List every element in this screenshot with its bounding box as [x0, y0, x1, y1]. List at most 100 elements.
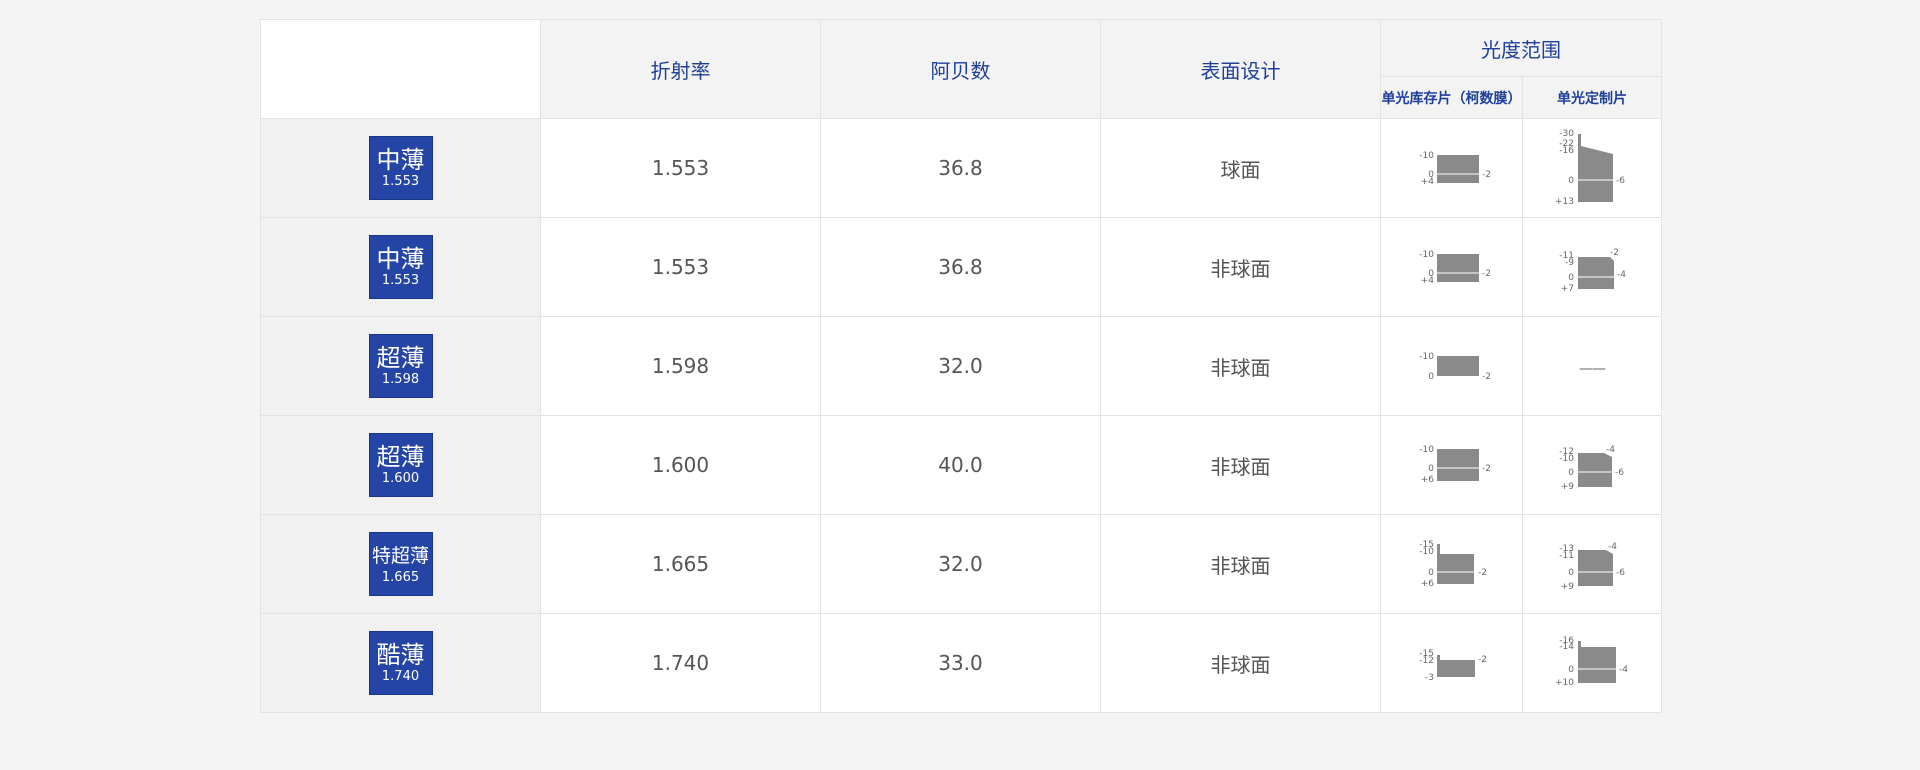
lens-type-name: 中薄 — [376, 146, 425, 174]
range-label: 0 — [1568, 568, 1574, 578]
range-label: +9 — [1561, 582, 1575, 592]
stock-range-diagram: -10 0 +4 -2 — [1419, 151, 1491, 187]
range-label: -10 — [1419, 445, 1434, 455]
stock-range-cell: -10 0 -2 — [1380, 316, 1523, 416]
custom-range-diagram: -13 -11 0 +9 -4 -6 — [1559, 542, 1625, 592]
lens-type-index: 1.740 — [381, 669, 420, 684]
lens-type-cell: 酷薄 1.740 — [260, 613, 541, 713]
lens-type-cell: 超薄 1.600 — [260, 415, 541, 515]
surface-design-cell: 非球面 — [1100, 217, 1381, 317]
stock-range-cell: -10 0 +4 -2 — [1380, 118, 1523, 218]
range-label: +10 — [1555, 678, 1574, 688]
header-stock-lens: 单光库存片（柯数膜） — [1380, 76, 1523, 119]
range-label: 0 — [1568, 176, 1574, 186]
lens-type-badge: 超薄 1.598 — [368, 334, 433, 398]
lens-type-cell: 特超薄 1.665 — [260, 514, 541, 614]
range-label: -11 — [1559, 551, 1574, 561]
range-label: -2 — [1478, 655, 1487, 665]
lens-type-name: 中薄 — [376, 245, 425, 273]
abbe-number-cell: 32.0 — [820, 316, 1101, 416]
stock-range-cell: -15 -10 0 +6 -2 — [1380, 514, 1523, 614]
range-label: -10 — [1559, 454, 1574, 464]
range-label: -4 — [1606, 445, 1615, 455]
refractive-index-cell: 1.665 — [540, 514, 821, 614]
refractive-index-cell: 1.740 — [540, 613, 821, 713]
surface-design-cell: 非球面 — [1100, 415, 1381, 515]
range-label: -10 — [1419, 547, 1434, 557]
stock-range-diagram: -10 0 -2 — [1419, 352, 1491, 382]
custom-range-diagram: -12 -10 0 +9 -4 -6 — [1559, 445, 1624, 492]
lens-type-cell: 中薄 1.553 — [260, 118, 541, 218]
range-label: -4 — [1608, 542, 1617, 552]
stock-range-diagram: -10 0 +4 -2 — [1419, 250, 1491, 286]
table-row: 特超薄 1.665 1.665 32.0 非球面 -15 -10 0 +6 -2 — [260, 514, 1662, 614]
abbe-number-cell: 36.8 — [820, 217, 1101, 317]
header-surface-design: 表面设计 — [1100, 19, 1381, 119]
no-range-indicator: —— — [1579, 361, 1606, 377]
range-label: -4 — [1619, 665, 1628, 675]
stock-range-diagram: -15 -10 0 +6 -2 — [1419, 540, 1487, 589]
custom-range-diagram: -16 -14 0 +10 -4 — [1555, 636, 1628, 688]
surface-design-cell: 非球面 — [1100, 316, 1381, 416]
table-row: 中薄 1.553 1.553 36.8 球面 -10 0 +4 -2 -30 -… — [260, 118, 1662, 218]
range-label: -14 — [1559, 642, 1574, 652]
lens-spec-table-container: 折射率 阿贝数 表面设计 光度范围 单光库存片（柯数膜） 单光定制片 中薄 1.… — [260, 19, 1662, 713]
range-label: -12 — [1419, 656, 1434, 666]
lens-type-index: 1.553 — [381, 273, 420, 288]
lens-spec-table: 折射率 阿贝数 表面设计 光度范围 单光库存片（柯数膜） 单光定制片 中薄 1.… — [260, 19, 1662, 713]
stock-range-cell: -10 0 +6 -2 — [1380, 415, 1523, 515]
custom-range-cell: —— — [1522, 316, 1662, 416]
header-custom-lens: 单光定制片 — [1522, 76, 1662, 119]
range-label: -2 — [1478, 568, 1487, 578]
abbe-number-cell: 36.8 — [820, 118, 1101, 218]
stock-range-cell: -10 0 +4 -2 — [1380, 217, 1523, 317]
range-label: +13 — [1555, 197, 1574, 207]
range-label: -2 — [1482, 372, 1491, 382]
custom-range-cell: -12 -10 0 +9 -4 -6 — [1522, 415, 1662, 515]
range-label: 0 — [1428, 464, 1434, 474]
custom-range-cell: -16 -14 0 +10 -4 — [1522, 613, 1662, 713]
header-abbe-number: 阿贝数 — [820, 19, 1101, 119]
range-label: -10 — [1419, 352, 1434, 362]
range-label: -2 — [1482, 464, 1491, 474]
stock-range-diagram: -15 -12 -3 -2 — [1419, 649, 1487, 683]
custom-range-cell: -11 -9 0 +7 -2 -4 — [1522, 217, 1662, 317]
range-label: 0 — [1568, 468, 1574, 478]
lens-type-name: 酷薄 — [376, 641, 425, 669]
range-label: -3 — [1425, 673, 1434, 683]
range-label: -6 — [1616, 176, 1625, 186]
range-label: +7 — [1561, 284, 1574, 294]
custom-range-diagram: -11 -9 0 +7 -2 -4 — [1559, 248, 1626, 294]
range-label: +4 — [1420, 276, 1434, 286]
refractive-index-cell: 1.553 — [540, 118, 821, 218]
range-label: -9 — [1565, 258, 1574, 268]
custom-range-cell: -30 -22 -16 0 +13 -6 — [1522, 118, 1662, 218]
lens-type-index: 1.665 — [381, 570, 420, 585]
lens-type-badge: 超薄 1.600 — [368, 433, 433, 497]
table-row: 超薄 1.600 1.600 40.0 非球面 -10 0 +6 -2 -12 … — [260, 415, 1662, 515]
surface-design-cell: 球面 — [1100, 118, 1381, 218]
lens-type-badge: 酷薄 1.740 — [368, 631, 433, 695]
range-label: +4 — [1420, 177, 1434, 187]
table-row: 超薄 1.598 1.598 32.0 非球面 -10 0 -2 —— — [260, 316, 1662, 416]
range-label: -10 — [1419, 250, 1434, 260]
range-label: -2 — [1610, 248, 1619, 258]
range-label: -2 — [1482, 269, 1491, 279]
lens-type-index: 1.600 — [381, 471, 420, 486]
abbe-number-cell: 32.0 — [820, 514, 1101, 614]
header-power-range: 光度范围 — [1380, 19, 1662, 77]
range-label: 0 — [1428, 568, 1434, 578]
lens-type-badge: 中薄 1.553 — [368, 235, 433, 299]
custom-range-diagram: -30 -22 -16 0 +13 -6 — [1555, 129, 1625, 207]
table-row: 中薄 1.553 1.553 36.8 非球面 -10 0 +4 -2 -11 … — [260, 217, 1662, 317]
abbe-number-cell: 40.0 — [820, 415, 1101, 515]
refractive-index-cell: 1.598 — [540, 316, 821, 416]
range-label: 0 — [1428, 372, 1434, 382]
range-label: -2 — [1482, 170, 1491, 180]
custom-range-cell: -13 -11 0 +9 -4 -6 — [1522, 514, 1662, 614]
range-label: 0 — [1568, 665, 1574, 675]
range-label: -10 — [1419, 151, 1434, 161]
range-label: 0 — [1568, 273, 1574, 283]
lens-type-cell: 中薄 1.553 — [260, 217, 541, 317]
lens-type-cell: 超薄 1.598 — [260, 316, 541, 416]
